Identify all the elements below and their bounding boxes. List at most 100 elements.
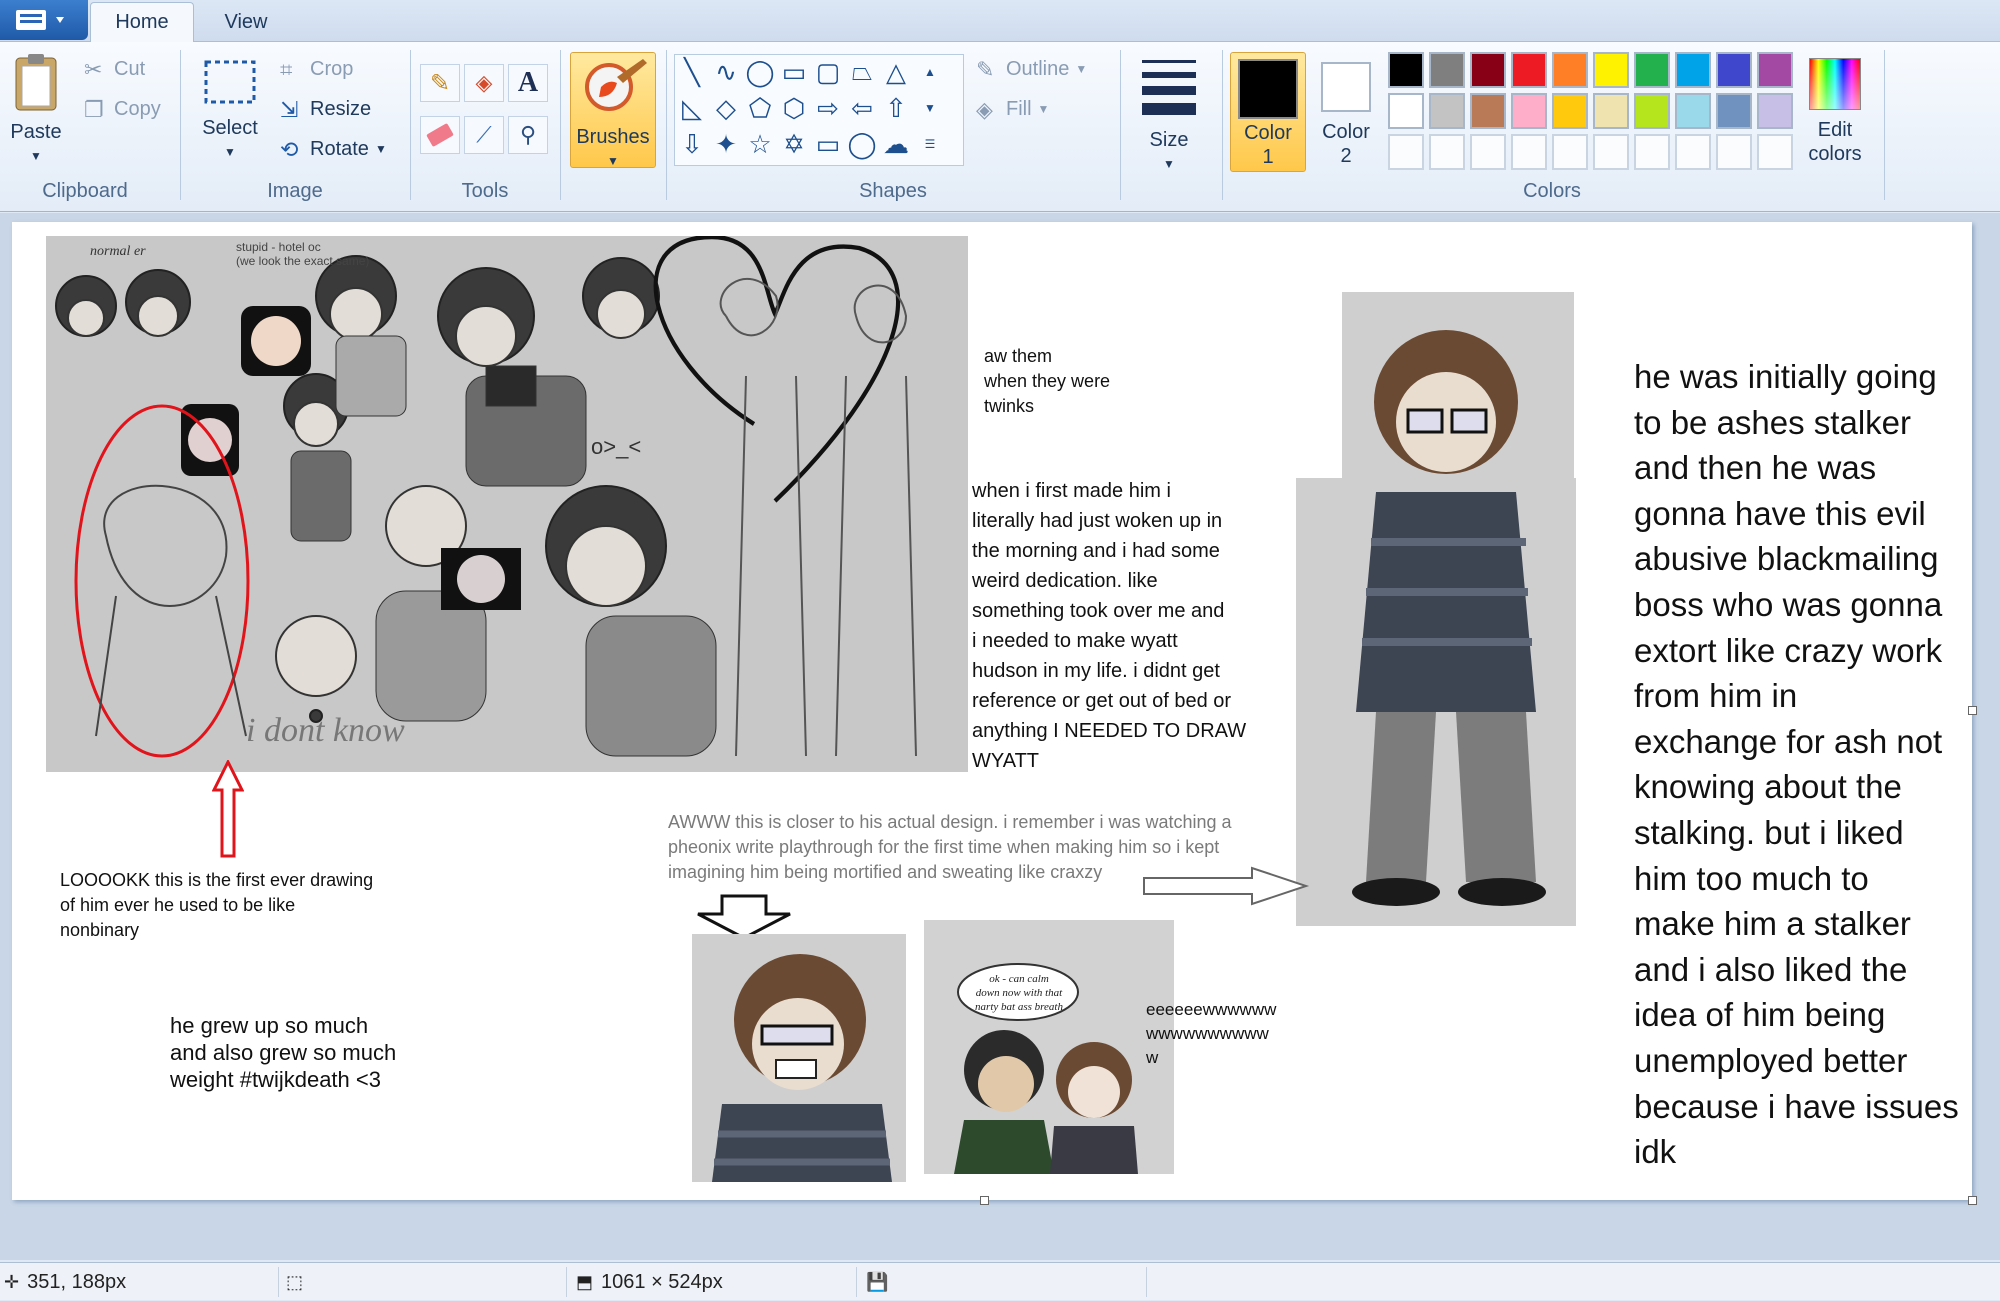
palette-swatch[interactable] [1388,52,1424,88]
rectangle-shape-icon[interactable]: ▭ [777,55,811,89]
more-shapes-icon[interactable]: ☰ [913,127,947,161]
palette-swatch[interactable] [1470,93,1506,129]
crop-button[interactable]: ⌗ Crop [280,54,353,84]
fill-button[interactable]: ◈ Fill ▼ [976,94,1049,124]
select-button[interactable]: Select ▼ [194,56,266,174]
up-arrow-shape-icon[interactable]: ⇧ [879,91,913,125]
rounded-callout-shape-icon[interactable]: ▭ [811,127,845,161]
palette-swatch[interactable] [1757,93,1793,129]
canvas-resize-handle-corner[interactable] [1968,1196,1977,1205]
palette-swatch[interactable] [1593,52,1629,88]
eraser-tool[interactable] [420,116,460,154]
rounded-rectangle-shape-icon[interactable]: ▢ [811,55,845,89]
cut-button[interactable]: ✂ Cut [84,54,145,84]
rotate-button[interactable]: ⟲ Rotate ▼ [280,134,387,164]
paste-button[interactable]: Paste ▼ [4,52,68,172]
diamond-shape-icon[interactable]: ◇ [709,91,743,125]
color1-label: Color 1 [1244,122,1292,168]
scroll-down-icon[interactable]: ▼ [913,91,947,125]
cut-label: Cut [114,57,146,80]
fill-bucket-icon: ◈ [475,70,493,95]
pentagon-shape-icon[interactable]: ⬠ [743,91,777,125]
text-tool[interactable]: A [508,64,548,102]
palette-swatch[interactable] [1675,93,1711,129]
palette-swatch[interactable] [1634,52,1670,88]
tab-home[interactable]: Home [90,2,194,42]
palette-swatch[interactable] [1634,134,1670,170]
selection-size: ⬚ [286,1263,311,1301]
hexagon-shape-icon[interactable]: ⬡ [777,91,811,125]
four-point-star-shape-icon[interactable]: ✦ [709,127,743,161]
brushes-button[interactable]: Brushes ▼ [570,52,656,168]
palette-swatch[interactable] [1593,93,1629,129]
cloud-callout-shape-icon[interactable]: ☁ [879,127,913,161]
down-arrow-shape-icon[interactable]: ⇩ [675,127,709,161]
resize-button[interactable]: ⇲ Resize [280,94,371,124]
palette-swatch[interactable] [1511,134,1547,170]
divider [560,50,561,200]
right-triangle-shape-icon[interactable]: ◺ [675,91,709,125]
edit-colors-button[interactable]: Edit colors [1800,54,1870,174]
oval-callout-shape-icon[interactable]: ◯ [845,127,879,161]
palette-swatch[interactable] [1429,52,1465,88]
canvas-resize-handle-bottom[interactable] [980,1196,989,1205]
palette-swatch[interactable] [1757,134,1793,170]
image-size-icon: ⬒ [576,1271,594,1292]
palette-swatch[interactable] [1511,52,1547,88]
oval-shape-icon[interactable]: ◯ [743,55,777,89]
tab-view[interactable]: View [198,2,294,42]
paste-dropdown-icon: ▼ [30,149,42,163]
palette-swatch[interactable] [1429,93,1465,129]
magnifier-tool[interactable]: ⚲ [508,116,548,154]
color-picker-tool[interactable]: ⟋ [464,116,504,154]
palette-swatch[interactable] [1511,93,1547,129]
triangle-shape-icon[interactable]: △ [879,55,913,89]
sketch-label-dont-know: i dont know [246,712,405,749]
palette-swatch[interactable] [1675,134,1711,170]
size-button[interactable]: Size ▼ [1132,54,1206,171]
palette-swatch[interactable] [1470,52,1506,88]
palette-swatch[interactable] [1593,134,1629,170]
brush-icon [585,59,647,111]
color2-button[interactable]: Color 2 [1310,52,1382,172]
note-loook: LOOOOKK this is the first ever drawing o… [60,870,374,940]
sweating-character-drawing [692,934,906,1182]
palette-swatch[interactable] [1552,134,1588,170]
select-dropdown-icon: ▼ [224,145,236,159]
copy-button[interactable]: ❐ Copy [84,94,161,124]
fill-tool[interactable]: ◈ [464,64,504,102]
palette-swatch[interactable] [1675,52,1711,88]
edit-colors-label: Edit colors [1808,119,1862,165]
palette-swatch[interactable] [1470,134,1506,170]
color1-button[interactable]: Color 1 [1230,52,1306,172]
divider [666,50,667,200]
crop-label: Crop [310,57,354,80]
scroll-up-icon[interactable]: ▲ [913,55,947,89]
left-arrow-shape-icon[interactable]: ⇦ [845,91,879,125]
canvas-resize-handle-right[interactable] [1968,706,1977,715]
palette-swatch[interactable] [1757,52,1793,88]
curve-shape-icon[interactable]: ∿ [709,55,743,89]
pencil-tool[interactable]: ✎ [420,64,460,102]
palette-swatch[interactable] [1716,52,1752,88]
palette-swatch[interactable] [1716,134,1752,170]
palette-swatch[interactable] [1552,93,1588,129]
palette-swatch[interactable] [1429,134,1465,170]
paint-menu-button[interactable] [0,0,88,40]
palette-swatch[interactable] [1552,52,1588,88]
palette-swatch[interactable] [1716,93,1752,129]
palette-swatch[interactable] [1388,134,1424,170]
palette-swatch[interactable] [1388,93,1424,129]
line-shape-icon[interactable]: ╲ [675,55,709,89]
six-point-star-shape-icon[interactable]: ✡ [777,127,811,161]
five-point-star-shape-icon[interactable]: ☆ [743,127,777,161]
right-arrow-shape-icon[interactable]: ⇨ [811,91,845,125]
line-size-icon [1142,60,1196,115]
polygon-shape-icon[interactable]: ⏢ [845,55,879,89]
outline-button[interactable]: ✎ Outline ▼ [976,54,1087,84]
fill-dropdown-icon: ▼ [1037,102,1050,116]
image-size: ⬒ 1061 × 524px [576,1263,723,1301]
palette-swatch[interactable] [1634,93,1670,129]
sketch-label-stupid: stupid - hotel oc (we look the exact sam… [236,240,370,268]
cursor-position: ✛ 351, 188px [4,1263,126,1301]
